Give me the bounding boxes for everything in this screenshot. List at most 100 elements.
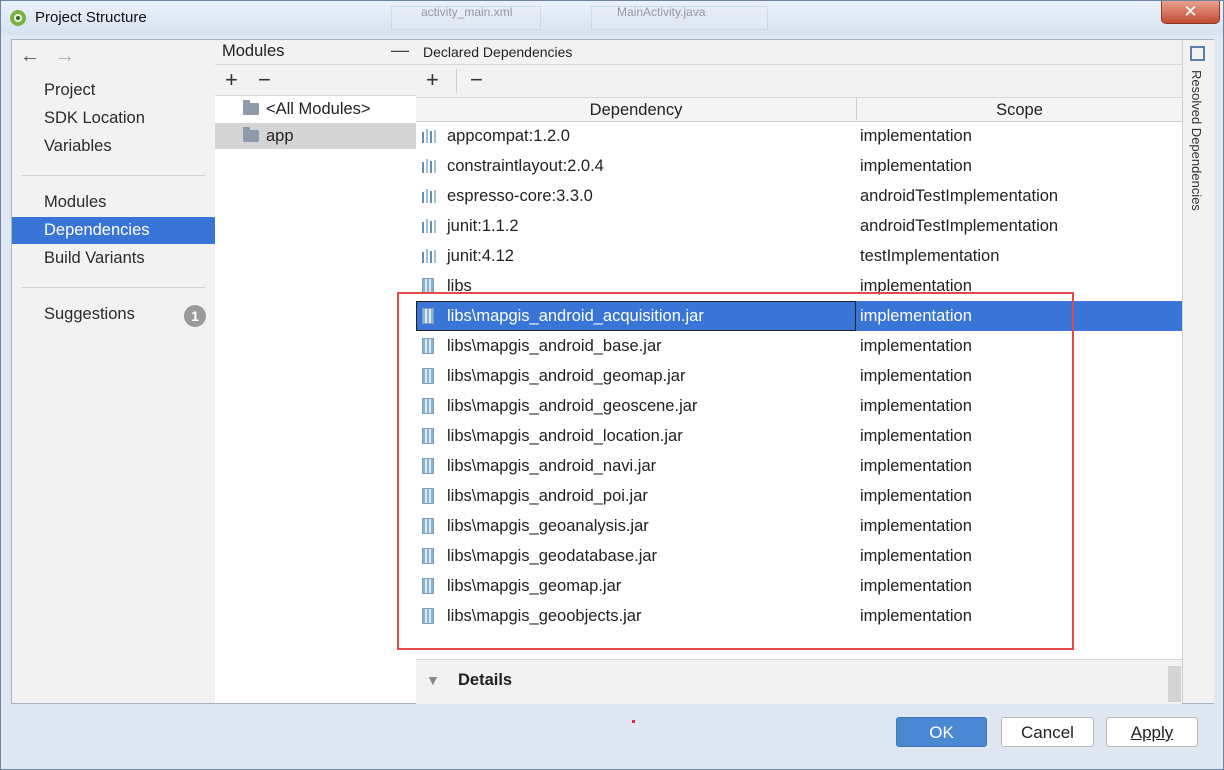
- dependency-cell[interactable]: libs\mapgis_android_location.jar: [416, 421, 856, 451]
- table-row[interactable]: libs\mapgis_android_geoscene.jar implemen…: [416, 391, 1182, 421]
- module-label: <All Modules>: [266, 100, 371, 118]
- dependency-scope[interactable]: implementation: [860, 541, 972, 571]
- dependency-cell[interactable]: libs\mapgis_android_navi.jar: [416, 451, 856, 481]
- cancel-button[interactable]: Cancel: [1001, 717, 1094, 747]
- dependency-scope[interactable]: implementation: [860, 331, 972, 361]
- dependency-scope[interactable]: testImplementation: [860, 241, 999, 271]
- jar-icon: [422, 458, 434, 474]
- dependency-name: libs\mapgis_geoanalysis.jar: [447, 517, 649, 535]
- table-row[interactable]: constraintlayout:2.0.4 implementation: [416, 151, 1182, 181]
- forward-arrow-icon[interactable]: →: [55, 45, 75, 68]
- apply-button[interactable]: Apply: [1106, 717, 1198, 747]
- dependency-cell[interactable]: libs\mapgis_geomap.jar: [416, 571, 856, 601]
- column-header-dependency[interactable]: Dependency: [416, 99, 856, 121]
- modules-title: Modules: [222, 42, 285, 60]
- table-row[interactable]: libs\mapgis_android_poi.jar implementatio…: [416, 481, 1182, 511]
- jar-icon: [422, 608, 434, 624]
- table-row[interactable]: libs\mapgis_geomap.jar implementation: [416, 571, 1182, 601]
- dependency-cell[interactable]: libs\mapgis_android_poi.jar: [416, 481, 856, 511]
- dependency-scope[interactable]: androidTestImplementation: [860, 181, 1058, 211]
- dependency-scope[interactable]: androidTestImplementation: [860, 211, 1058, 241]
- dependency-name: libs\mapgis_geodatabase.jar: [447, 547, 658, 565]
- back-arrow-icon[interactable]: ←: [20, 45, 40, 68]
- library-icon: [422, 129, 436, 143]
- dependency-cell[interactable]: libs\mapgis_geoobjects.jar: [416, 601, 856, 631]
- declared-dependencies-panel: Declared Dependencies + − Dependency Sco…: [397, 40, 1182, 704]
- dependency-scope[interactable]: implementation: [860, 481, 972, 511]
- table-row[interactable]: libs\mapgis_geodatabase.jar implementatio…: [416, 541, 1182, 571]
- background-tab-label: activity_main.xml: [421, 5, 513, 19]
- collapse-arrow-icon[interactable]: ▼: [426, 672, 440, 688]
- dependency-scope[interactable]: implementation: [860, 301, 972, 331]
- dependency-name: libs\mapgis_android_acquisition.jar: [447, 307, 704, 325]
- sidebar-item-sdk-location[interactable]: SDK Location: [12, 105, 215, 132]
- dependency-scope[interactable]: implementation: [860, 571, 972, 601]
- dependency-cell[interactable]: libs\mapgis_android_geomap.jar: [416, 361, 856, 391]
- dependency-scope[interactable]: implementation: [860, 361, 972, 391]
- table-row[interactable]: junit:4.12 testImplementation: [416, 241, 1182, 271]
- sidebar-item-build-variants[interactable]: Build Variants: [12, 245, 215, 272]
- table-row[interactable]: libs\mapgis_android_geomap.jar implementa…: [416, 361, 1182, 391]
- ok-button[interactable]: OK: [896, 717, 987, 747]
- window-title: Project Structure: [35, 9, 147, 26]
- library-icon: [422, 249, 436, 263]
- dependency-name: libs\mapgis_android_poi.jar: [447, 487, 648, 505]
- jar-icon: [422, 428, 434, 444]
- sidebar-item-modules[interactable]: Modules: [12, 189, 215, 216]
- sidebar-divider: [22, 175, 205, 176]
- dependency-scope[interactable]: implementation: [860, 151, 972, 181]
- dependency-cell[interactable]: libs\mapgis_android_geoscene.jar: [416, 391, 856, 421]
- remove-module-button[interactable]: −: [258, 65, 271, 95]
- dependency-cell[interactable]: junit:1.1.2: [416, 211, 856, 241]
- dependency-cell[interactable]: appcompat:1.2.0: [416, 121, 856, 151]
- dependency-name: libs\mapgis_android_geomap.jar: [447, 367, 686, 385]
- module-item-app[interactable]: app: [215, 123, 416, 149]
- sidebar-item-dependencies[interactable]: Dependencies: [12, 217, 215, 244]
- dependency-scope[interactable]: implementation: [860, 511, 972, 541]
- dependency-name: appcompat:1.2.0: [447, 127, 570, 145]
- table-row[interactable]: libs\mapgis_android_acquisition.jar imple…: [416, 301, 1182, 331]
- details-section[interactable]: ▼ Details: [416, 659, 1182, 704]
- dependency-cell[interactable]: libs: [416, 271, 856, 301]
- modules-panel: Modules — + − <All Modules> app: [215, 40, 417, 703]
- dependency-cell[interactable]: libs\mapgis_geodatabase.jar: [416, 541, 856, 571]
- dependency-cell[interactable]: libs\mapgis_android_base.jar: [416, 331, 856, 361]
- add-dependency-button[interactable]: +: [426, 65, 439, 95]
- resolved-dependencies-tab[interactable]: Resolved Dependencies: [1182, 40, 1214, 703]
- resolved-dependencies-icon: [1190, 46, 1205, 61]
- dependency-scope[interactable]: implementation: [860, 421, 972, 451]
- jar-icon: [422, 518, 434, 534]
- table-row[interactable]: libs\mapgis_android_navi.jar implementati…: [416, 451, 1182, 481]
- minimize-icon[interactable]: —: [391, 40, 409, 61]
- table-row[interactable]: appcompat:1.2.0 implementation: [416, 121, 1182, 151]
- dependency-scope[interactable]: implementation: [860, 391, 972, 421]
- sidebar-item-project[interactable]: Project: [12, 77, 215, 104]
- column-header-scope[interactable]: Scope: [857, 99, 1182, 121]
- module-item-all[interactable]: <All Modules>: [215, 96, 416, 122]
- table-row[interactable]: libs\mapgis_geoobjects.jar implementation: [416, 601, 1182, 631]
- dependency-cell[interactable]: libs\mapgis_geoanalysis.jar: [416, 511, 856, 541]
- table-row[interactable]: libs\mapgis_android_location.jar implemen…: [416, 421, 1182, 451]
- dependency-scope[interactable]: implementation: [860, 271, 972, 301]
- dependency-cell[interactable]: espresso-core:3.3.0: [416, 181, 856, 211]
- add-module-button[interactable]: +: [225, 65, 238, 95]
- table-row[interactable]: espresso-core:3.3.0 androidTestImplementa…: [416, 181, 1182, 211]
- close-button[interactable]: ✕: [1161, 1, 1220, 24]
- table-row[interactable]: libs implementation: [416, 271, 1182, 301]
- dependency-scope[interactable]: implementation: [860, 121, 972, 151]
- sidebar-divider: [22, 287, 205, 288]
- table-row[interactable]: libs\mapgis_android_base.jar implementati…: [416, 331, 1182, 361]
- library-icon: [422, 189, 436, 203]
- dependency-scope[interactable]: implementation: [860, 451, 972, 481]
- dependencies-title: Declared Dependencies: [423, 44, 573, 60]
- remove-dependency-button[interactable]: −: [470, 65, 483, 95]
- table-row[interactable]: libs\mapgis_geoanalysis.jar implementatio…: [416, 511, 1182, 541]
- modules-header: Modules —: [215, 40, 416, 65]
- sidebar-item-variables[interactable]: Variables: [12, 133, 215, 160]
- dependency-cell[interactable]: libs\mapgis_android_acquisition.jar: [416, 301, 856, 331]
- table-row[interactable]: junit:1.1.2 androidTestImplementation: [416, 211, 1182, 241]
- dependency-scope[interactable]: implementation: [860, 601, 972, 631]
- dependency-cell[interactable]: constraintlayout:2.0.4: [416, 151, 856, 181]
- details-scrollbar[interactable]: [1168, 666, 1181, 702]
- dependency-cell[interactable]: junit:4.12: [416, 241, 856, 271]
